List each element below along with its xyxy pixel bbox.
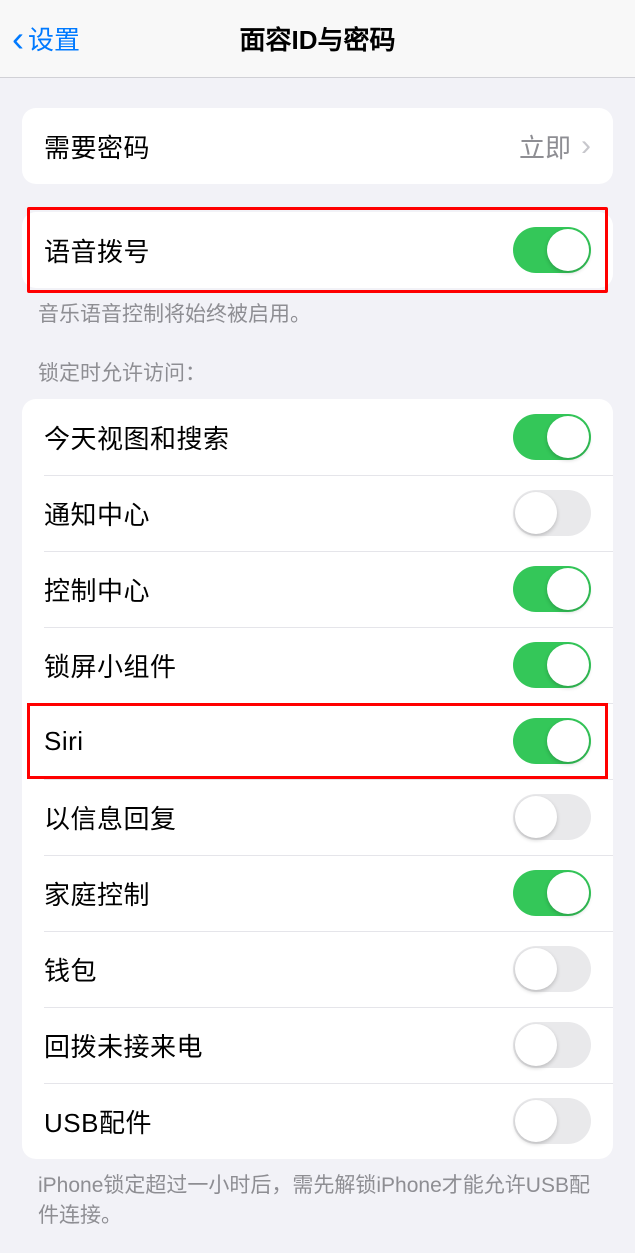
lock-access-toggle[interactable]: [513, 566, 591, 612]
lock-access-row: 锁屏小组件: [22, 627, 613, 703]
toggle-knob: [547, 568, 589, 610]
voice-dial-label: 语音拨号: [44, 232, 150, 269]
back-button[interactable]: ‹ 设置: [0, 18, 80, 60]
toggle-knob: [547, 872, 589, 914]
lock-access-toggle[interactable]: [513, 414, 591, 460]
lock-access-item-label: 家庭控制: [44, 875, 150, 912]
lock-access-toggle[interactable]: [513, 490, 591, 536]
voice-dial-row: 语音拨号: [22, 212, 613, 288]
page-title: 面容ID与密码: [239, 20, 395, 57]
toggle-knob: [515, 492, 557, 534]
lock-access-toggle[interactable]: [513, 1098, 591, 1144]
lock-access-row: USB配件: [22, 1083, 613, 1159]
back-label: 设置: [28, 20, 80, 57]
lock-access-row: 家庭控制: [22, 855, 613, 931]
lock-access-header: 锁定时允许访问：: [0, 357, 635, 399]
header: ‹ 设置 面容ID与密码: [0, 0, 635, 78]
chevron-left-icon: ‹: [12, 18, 24, 60]
lock-access-row: 今天视图和搜索: [22, 399, 613, 475]
lock-access-row: 通知中心: [22, 475, 613, 551]
lock-access-item-label: 控制中心: [44, 571, 150, 608]
toggle-knob: [547, 416, 589, 458]
toggle-knob: [515, 1100, 557, 1142]
toggle-knob: [547, 720, 589, 762]
lock-access-toggle[interactable]: [513, 794, 591, 840]
lock-access-item-label: 回拨未接来电: [44, 1027, 203, 1064]
lock-access-item-label: USB配件: [44, 1103, 152, 1140]
toggle-knob: [547, 644, 589, 686]
require-passcode-row[interactable]: 需要密码 立即 ›: [22, 108, 613, 184]
lock-access-toggle[interactable]: [513, 946, 591, 992]
chevron-right-icon: ›: [581, 129, 591, 163]
lock-access-row: 回拨未接来电: [22, 1007, 613, 1083]
require-passcode-label: 需要密码: [44, 128, 150, 165]
lock-access-item-label: 钱包: [44, 951, 97, 988]
toggle-knob: [515, 796, 557, 838]
lock-access-item-label: 今天视图和搜索: [44, 419, 230, 456]
lock-access-row: 以信息回复: [22, 779, 613, 855]
lock-access-row: 钱包: [22, 931, 613, 1007]
lock-access-item-label: 锁屏小组件: [44, 647, 177, 684]
toggle-knob: [515, 948, 557, 990]
lock-access-item-label: 通知中心: [44, 495, 150, 532]
lock-access-row: Siri: [22, 703, 613, 779]
lock-access-toggle[interactable]: [513, 1022, 591, 1068]
toggle-knob: [515, 1024, 557, 1066]
lock-access-toggle[interactable]: [513, 870, 591, 916]
voice-dial-toggle[interactable]: [513, 227, 591, 273]
lock-access-item-label: 以信息回复: [44, 799, 177, 836]
voice-dial-footer: 音乐语音控制将始终被启用。: [0, 288, 635, 329]
lock-access-toggle[interactable]: [513, 718, 591, 764]
require-passcode-value: 立即: [519, 128, 571, 165]
lock-access-toggle[interactable]: [513, 642, 591, 688]
lock-access-footer: iPhone锁定超过一小时后，需先解锁iPhone才能允许USB配件连接。: [0, 1159, 635, 1230]
lock-access-row: 控制中心: [22, 551, 613, 627]
lock-access-item-label: Siri: [44, 726, 84, 757]
toggle-knob: [547, 229, 589, 271]
